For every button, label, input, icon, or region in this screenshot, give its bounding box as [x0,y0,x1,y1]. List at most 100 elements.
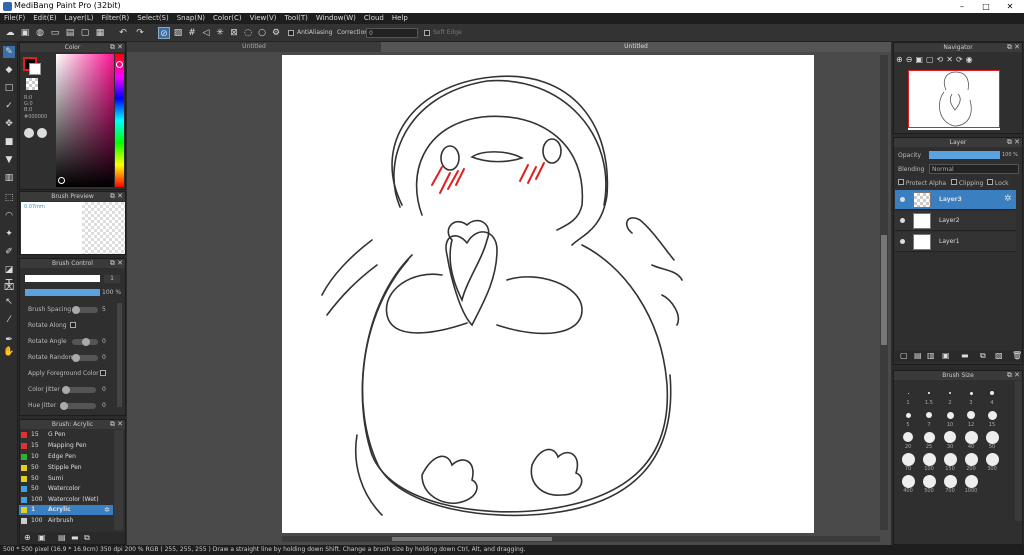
new-layer-icon[interactable]: ▢ [900,351,908,360]
menu-tool[interactable]: Tool(T) [281,13,312,24]
close-icon[interactable]: ⧉ ✕ [110,420,123,429]
brush-size-dot[interactable] [964,452,978,466]
add-brush-icon[interactable]: ⊕ [24,533,31,542]
lasso-tool-icon[interactable]: ◠ [3,210,15,222]
brush-list-item-selected[interactable]: 1 Acrylic ✲ [19,505,113,515]
canvas-vertical-scrollbar[interactable] [880,55,888,530]
new-8bit-layer-icon[interactable]: ▥ [927,351,935,360]
close-icon[interactable]: ⧉ ✕ [1007,138,1020,147]
brush-size-dot[interactable] [923,431,935,443]
color-jitter-knob[interactable] [62,386,70,394]
text-tool-icon[interactable]: T [3,278,15,290]
eye-icon[interactable] [900,197,905,202]
radial-icon[interactable]: ✳ [214,27,226,39]
select-clear-icon[interactable]: ⊘ [158,27,170,39]
rotate-right-icon[interactable]: ⟳ [956,55,966,64]
new-halftone-layer-icon[interactable]: ▤ [914,351,922,360]
brush-list-item[interactable]: 50 Sumi [19,474,113,484]
brush-size-dot[interactable] [928,392,930,394]
ellipse-snap-icon[interactable]: ◌ [242,27,254,39]
brush-size-dot[interactable] [985,452,999,466]
layer-opacity-bar[interactable] [929,151,1000,159]
bucket-tool-icon[interactable]: ▼ [3,154,15,166]
dropper-tool-icon[interactable]: ✒ [3,334,15,346]
brush-list-item[interactable]: 50 Stipple Pen [19,463,113,473]
brush-list-item[interactable]: 15 G Pen [19,430,113,440]
reset-icon[interactable]: ◉ [966,55,976,64]
folder-icon[interactable]: ▬ [961,351,969,360]
move-tool-icon[interactable]: ✥ [3,118,15,130]
brush-size-dot[interactable] [907,392,909,394]
saturation-value-picker[interactable] [56,54,114,187]
brush-size-dot[interactable] [967,411,975,419]
hatch-icon[interactable]: ▨ [172,27,184,39]
close-icon[interactable]: ⧉ ✕ [110,43,123,52]
brush-size-dot[interactable] [903,432,913,442]
redo-icon[interactable]: ↷ [134,27,146,39]
new-icon[interactable]: ▣ [19,27,31,39]
cloud-icon[interactable]: ☁ [4,27,16,39]
brush-size-dot[interactable] [922,474,936,488]
rotate-left-icon[interactable]: ⟲ [937,55,947,64]
blending-select[interactable]: Normal [929,164,1019,174]
copy-brush-icon[interactable]: ▤ [58,533,66,542]
menu-window[interactable]: Window(W) [312,13,360,24]
gear-icon[interactable]: ✲ [104,505,110,515]
merge-layer-icon[interactable]: ▧ [995,351,1003,360]
eraser-tool-icon[interactable]: ◆ [3,64,15,76]
vertical-scroll-thumb[interactable] [881,235,887,345]
brush-list-scrollbar[interactable] [114,430,123,530]
transparent-swatch[interactable] [26,78,38,90]
brush-size-dot[interactable] [926,412,932,418]
hue-jitter-knob[interactable] [60,402,68,410]
clipping-option[interactable]: Clipping [951,179,983,187]
tab-untitled-1[interactable]: Untitled [127,42,381,52]
eyedropper-tool-icon[interactable]: ⁄ [3,314,15,326]
brush-size-dot[interactable] [901,452,915,466]
layer-row[interactable]: Layer1 [895,232,1016,252]
palette-icon[interactable] [37,128,47,138]
brush-size-dot[interactable] [964,474,978,488]
menu-filter[interactable]: Filter(R) [98,13,134,24]
horizontal-scroll-thumb[interactable] [392,537,552,541]
check-tool-icon[interactable]: ✓ [3,100,15,112]
menu-layer[interactable]: Layer(L) [61,13,98,24]
brush-opacity-bar[interactable] [25,289,100,296]
brush-size-dot[interactable] [901,474,915,488]
brush-size-bar[interactable] [25,275,100,282]
settings-snap-icon[interactable]: ⚙ [270,27,282,39]
brush-size-dot[interactable] [964,430,978,444]
rotate-along-checkbox[interactable] [70,322,76,330]
panel-icon[interactable]: ▤ [64,27,76,39]
delete-layer-icon[interactable]: 🗑 [1012,351,1022,360]
window-icon[interactable]: ▭ [49,27,61,39]
fill-rect-tool-icon[interactable]: ■ [3,136,15,148]
select-pen-tool-icon[interactable]: ✐ [3,246,15,258]
brush-size-dot[interactable] [943,474,957,488]
rotate-angle-knob[interactable] [82,338,90,346]
brush-size-dot[interactable] [944,431,956,443]
brush-size-dot[interactable] [985,430,999,444]
brush-list-item[interactable]: 10 Edge Pen [19,452,113,462]
close-icon[interactable]: ⧉ ✕ [1007,43,1020,52]
brush-size-dot[interactable] [990,391,994,395]
duplicate-icon[interactable]: ⧉ [84,533,90,543]
background-color-swatch[interactable] [29,63,41,75]
brush-spacing-knob[interactable] [72,306,80,314]
select-rect-tool-icon[interactable]: ⬚ [3,192,15,204]
gradient-tool-icon[interactable]: ▥ [3,172,15,184]
palette-icon[interactable] [24,128,34,138]
eye-icon[interactable] [900,218,905,223]
layer-row[interactable]: Layer2 [895,211,1016,231]
brush-menu-icon[interactable]: ▣ [38,533,46,542]
speech-bubble-icon[interactable]: ◍ [34,27,46,39]
folder-icon[interactable]: ▬ [71,533,79,542]
brush-size-scrollbar[interactable] [1015,381,1022,521]
brush-size-dot[interactable] [987,410,997,420]
gear-icon[interactable]: ✲ [1004,194,1012,204]
maximize-button[interactable]: □ [976,0,996,13]
drawing-canvas[interactable] [282,55,814,533]
brush-size-value[interactable]: 1 [104,275,120,283]
select-eraser-tool-icon[interactable]: ◪ [3,264,15,276]
vanishing-icon[interactable]: ⊠ [228,27,240,39]
